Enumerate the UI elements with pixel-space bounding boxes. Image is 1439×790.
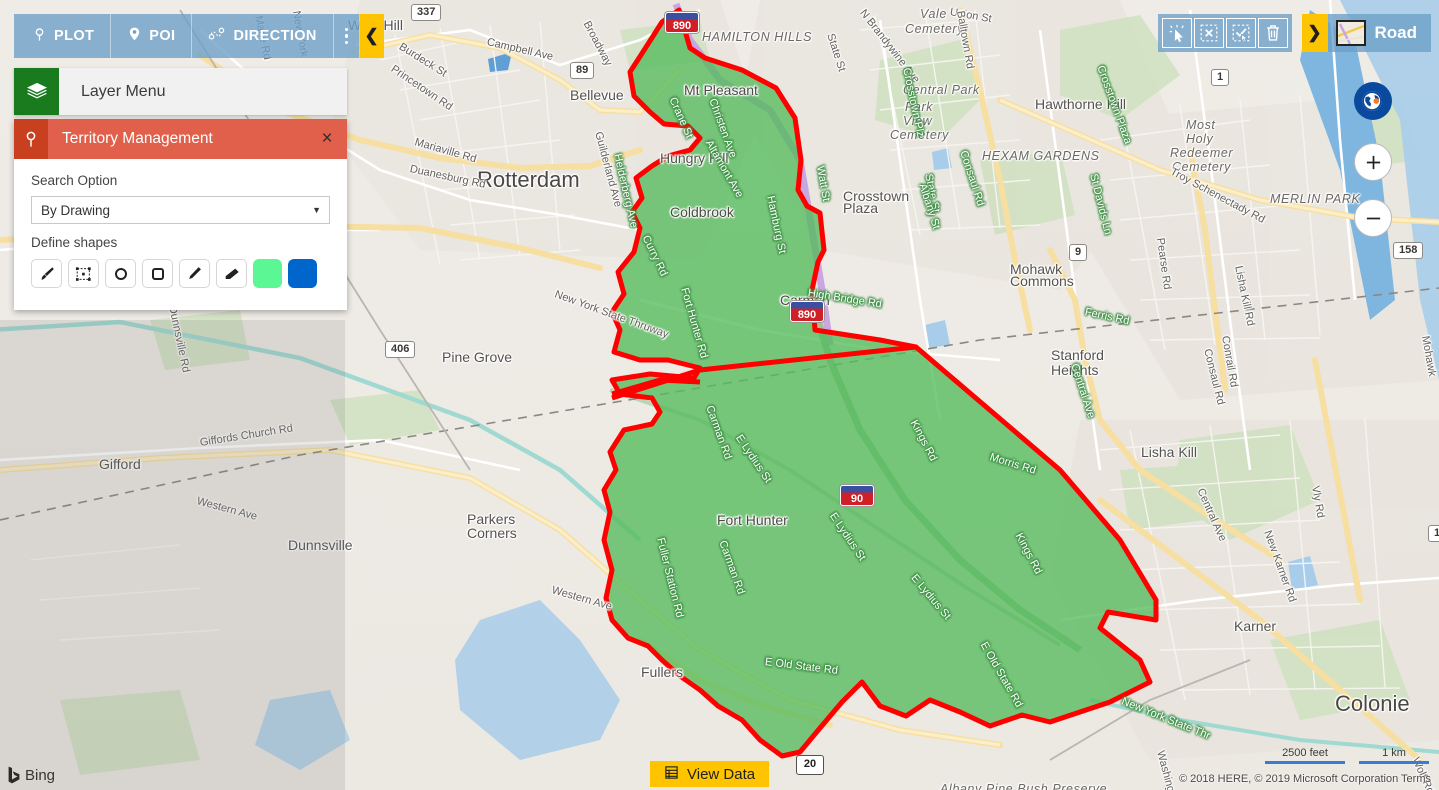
nav-item-poi[interactable]: POI bbox=[111, 14, 193, 58]
territory-panel-title: Territory Management bbox=[62, 130, 213, 147]
map-attribution: © 2018 HERE, © 2019 Microsoft Corporatio… bbox=[1178, 773, 1431, 785]
location-pin-icon bbox=[14, 119, 48, 159]
blue-swatch[interactable] bbox=[288, 259, 317, 288]
nav-label-plot: PLOT bbox=[54, 28, 95, 44]
chevron-left-icon[interactable]: ❮ bbox=[359, 14, 384, 58]
circle-tool[interactable] bbox=[105, 259, 136, 288]
delete-icon[interactable] bbox=[1258, 18, 1288, 48]
shape-tools-row bbox=[31, 259, 330, 288]
rectangle-tool[interactable] bbox=[142, 259, 173, 288]
globe-locate-icon[interactable] bbox=[1354, 82, 1392, 120]
territory-panel-header: Territory Management × bbox=[14, 119, 347, 159]
zoom-in-button[interactable] bbox=[1354, 143, 1392, 181]
chevron-down-icon: ▼ bbox=[312, 205, 321, 215]
search-option-value: By Drawing bbox=[41, 202, 111, 218]
view-data-button[interactable]: View Data bbox=[650, 761, 770, 787]
search-option-dropdown[interactable]: By Drawing ▼ bbox=[31, 196, 330, 224]
map-type-label: Road bbox=[1374, 23, 1418, 42]
layers-stack-icon bbox=[14, 68, 59, 115]
bing-logo-icon[interactable]: Bing bbox=[8, 766, 55, 784]
nav-label-poi: POI bbox=[149, 28, 176, 44]
layer-menu-bar[interactable]: Layer Menu bbox=[14, 68, 347, 115]
green-swatch[interactable] bbox=[253, 259, 282, 288]
direction-route-icon bbox=[208, 26, 226, 46]
territory-management-panel: Territory Management × Search Option By … bbox=[14, 119, 347, 310]
freehand-brush-tool[interactable] bbox=[31, 259, 62, 288]
map-application: RotterdamColonieWest HillBellevueMt Plea… bbox=[0, 0, 1439, 790]
eraser-tool[interactable] bbox=[216, 259, 247, 288]
select-all-icon[interactable] bbox=[1226, 18, 1256, 48]
top-navigation-bar: PLOT POI DIRECTION ❮ bbox=[14, 14, 384, 58]
clear-selection-icon[interactable] bbox=[1194, 18, 1224, 48]
click-select-icon[interactable] bbox=[1162, 18, 1192, 48]
territory-panel-body: Search Option By Drawing ▼ Define shapes bbox=[14, 159, 347, 310]
close-icon[interactable]: × bbox=[307, 119, 347, 159]
nav-item-direction[interactable]: DIRECTION bbox=[192, 14, 334, 58]
polygon-tool[interactable] bbox=[68, 259, 99, 288]
nav-label-direction: DIRECTION bbox=[233, 28, 317, 44]
zoom-out-button[interactable] bbox=[1354, 199, 1392, 237]
kebab-menu-icon[interactable] bbox=[334, 14, 360, 58]
map-type-selector: ❯ Road bbox=[1301, 14, 1431, 52]
poi-marker-icon bbox=[127, 26, 142, 46]
view-data-label: View Data bbox=[687, 765, 756, 783]
define-shapes-label: Define shapes bbox=[31, 235, 118, 250]
chevron-right-icon[interactable]: ❯ bbox=[1301, 14, 1328, 52]
road-map-thumbnail[interactable] bbox=[1335, 20, 1366, 46]
nav-item-plot[interactable]: PLOT bbox=[14, 14, 112, 58]
selection-toolbar bbox=[1158, 14, 1292, 52]
search-option-label: Search Option bbox=[31, 173, 118, 188]
table-grid-icon bbox=[664, 765, 679, 784]
bing-label: Bing bbox=[25, 766, 56, 784]
plot-pin-icon bbox=[32, 26, 47, 46]
pencil-tool[interactable] bbox=[179, 259, 210, 288]
layer-menu-label: Layer Menu bbox=[81, 82, 166, 100]
